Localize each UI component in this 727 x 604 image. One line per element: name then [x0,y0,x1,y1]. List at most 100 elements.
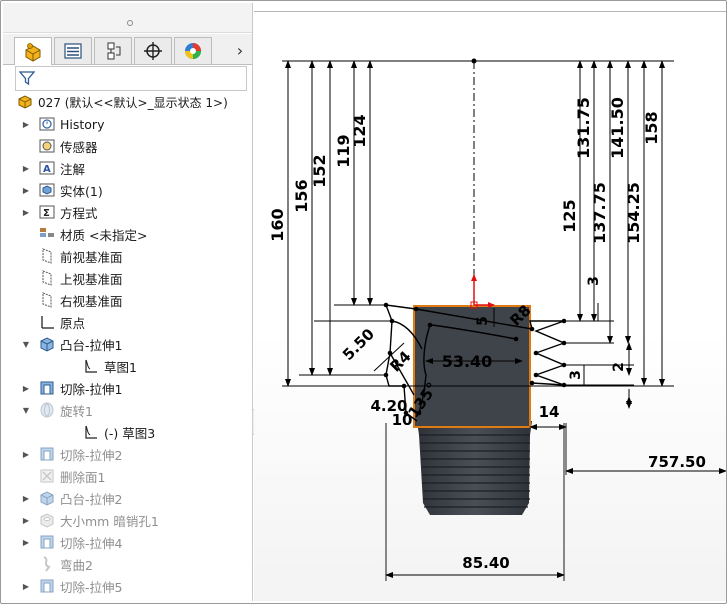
dimension-value[interactable]: 141.50 [608,97,627,159]
tree-item-label: 凸台-拉伸1 [60,337,123,353]
tree-item[interactable]: 上视基准面 [3,267,252,289]
root-part-label: 027 (默认<<默认>_显示状态 1>) [38,95,228,110]
tree-item-label: 方程式 [60,205,98,221]
expander-right-icon[interactable]: ▶ [21,383,31,393]
dimension-value[interactable]: 85.40 [462,554,509,572]
dimension-value[interactable]: 3 [568,370,584,380]
tree-item-label: 切除-拉伸2 [60,447,123,463]
sketch-icon [82,357,100,375]
revolved-body [417,421,532,515]
property-list-icon [64,43,82,59]
dimension-value[interactable]: 53.40 [442,352,493,371]
tree-item[interactable]: ▶ 切除-拉伸1 [3,377,252,399]
tab-property-manager[interactable] [54,37,92,64]
tree-item-label: 实体(1) [60,183,103,199]
tree-item[interactable]: (-) 草图3 [3,421,252,443]
tree-item[interactable]: 删除面1 [3,465,252,487]
tree-item-label: 传感器 [60,139,98,155]
viewport-border [254,11,726,12]
tree-item-label: 删除面1 [60,469,106,485]
dimension-value[interactable]: 154.25 [624,182,643,244]
tree-item[interactable]: ▶ 实体(1) [3,179,252,201]
tab-dimxpert-manager[interactable] [134,37,172,64]
plane-icon [38,247,56,265]
hole-wizard-icon [38,511,56,529]
expander-down-icon[interactable]: ▼ [21,339,31,349]
tree-item[interactable]: 右视基准面 [3,289,252,311]
expander-down-icon[interactable]: ▼ [21,405,31,415]
tree-item[interactable]: 前视基准面 [3,245,252,267]
dimension-value[interactable]: 156 [292,179,311,212]
expander-right-icon[interactable]: ▶ [21,515,31,525]
tree-item[interactable]: ▶ 切除-拉伸2 [3,443,252,465]
dimension-value[interactable]: 14 [539,403,560,421]
expander-right-icon[interactable]: ▶ [21,119,31,129]
sensor-icon [38,137,56,155]
cut-extrude-icon [38,533,56,551]
svg-text:A: A [43,164,51,175]
expander-right-icon[interactable]: ▶ [21,163,31,173]
tree-item[interactable]: 传感器 [3,135,252,157]
history-folder-icon [38,115,56,133]
tree-item[interactable]: 草图1 [3,355,252,377]
tree-item[interactable]: ▼ 旋转1 [3,399,252,421]
annotation-icon: A [38,159,56,177]
tree-item[interactable]: 材质 <未指定> [3,223,252,245]
expander-right-icon[interactable]: ▶ [21,581,31,591]
tree-item[interactable]: ▶ A 注解 [3,157,252,179]
tree-item[interactable]: ▶ 凸台-拉伸2 [3,487,252,509]
tree-item-label: 材质 <未指定> [60,227,148,243]
dimension-value[interactable]: 2 [611,362,627,372]
tree-filter-box[interactable] [15,66,247,91]
tree-item[interactable]: ▶ 大小mm 暗销孔1 [3,509,252,531]
plane-icon [38,269,56,287]
boss-extrude-icon [38,489,56,507]
dimension-value[interactable]: 5 [475,316,491,326]
tree-item-label: 切除-拉伸4 [60,535,123,551]
tree-item[interactable]: 原点 [3,311,252,333]
tree-item-label: 草图1 [104,359,137,375]
flex-icon [38,555,56,573]
tree-item-label: 切除-拉伸5 [60,579,123,595]
solid-body-icon [38,181,56,199]
tree-item[interactable]: ▼ 凸台-拉伸1 [3,333,252,355]
dimension-value[interactable]: 5.50 [339,325,378,364]
dimension-value[interactable]: 757.50 [648,453,706,471]
splitter-grip-icon [127,20,133,26]
graphics-area[interactable]: 160 156 152 119 124 125 131.75 137.75 141.50 154.… [254,3,726,601]
feature-tree-icon [25,42,41,62]
dimension-value[interactable]: 152 [310,154,329,187]
panel-splitter[interactable] [3,3,252,33]
origin-icon [38,313,56,331]
expander-right-icon[interactable]: ▶ [21,493,31,503]
tree-root-part[interactable]: 027 (默认<<默认>_显示状态 1>) [3,91,252,113]
dimension-value[interactable]: 131.75 [574,97,593,159]
expander-right-icon[interactable]: ▶ [21,185,31,195]
tab-configuration-manager[interactable] [94,37,132,64]
dimension-value[interactable]: 160 [268,208,287,241]
solidworks-window: › 027 (默认<<默认>_显示状态 1>) ▶ History 传感器 ▶ A 注解 ▶… [0,0,727,604]
tab-feature-manager[interactable] [14,37,52,65]
dimension-value[interactable]: 3 [586,276,602,286]
dimension-value[interactable]: 124 [350,114,369,147]
dimension-value[interactable]: 158 [642,111,661,144]
dimension-value[interactable]: 137.75 [590,182,609,244]
cut-extrude-icon [38,445,56,463]
tree-item[interactable]: ▶ 切除-拉伸5 [3,575,252,597]
tab-scroll-right-button[interactable]: › [231,39,249,61]
tab-display-manager[interactable] [174,37,212,64]
svg-text:Σ: Σ [43,208,50,219]
expander-right-icon[interactable]: ▶ [21,207,31,217]
tree-item-label: 凸台-拉伸2 [60,491,123,507]
plane-icon [38,291,56,309]
expander-right-icon[interactable]: ▶ [21,537,31,547]
tree-item[interactable]: 弯曲2 [3,553,252,575]
dimension-value[interactable]: 125 [560,199,579,232]
expander-right-icon[interactable]: ▶ [21,449,31,459]
revolve-icon [38,401,56,419]
sketch-drawing[interactable]: 160156152119124125131.75137.75141.50154.… [254,3,726,601]
tree-item[interactable]: ▶ History [3,113,252,135]
tree-item[interactable]: ▶ Σ 方程式 [3,201,252,223]
tree-item[interactable]: ▶ 切除-拉伸4 [3,531,252,553]
configuration-icon [107,42,121,60]
